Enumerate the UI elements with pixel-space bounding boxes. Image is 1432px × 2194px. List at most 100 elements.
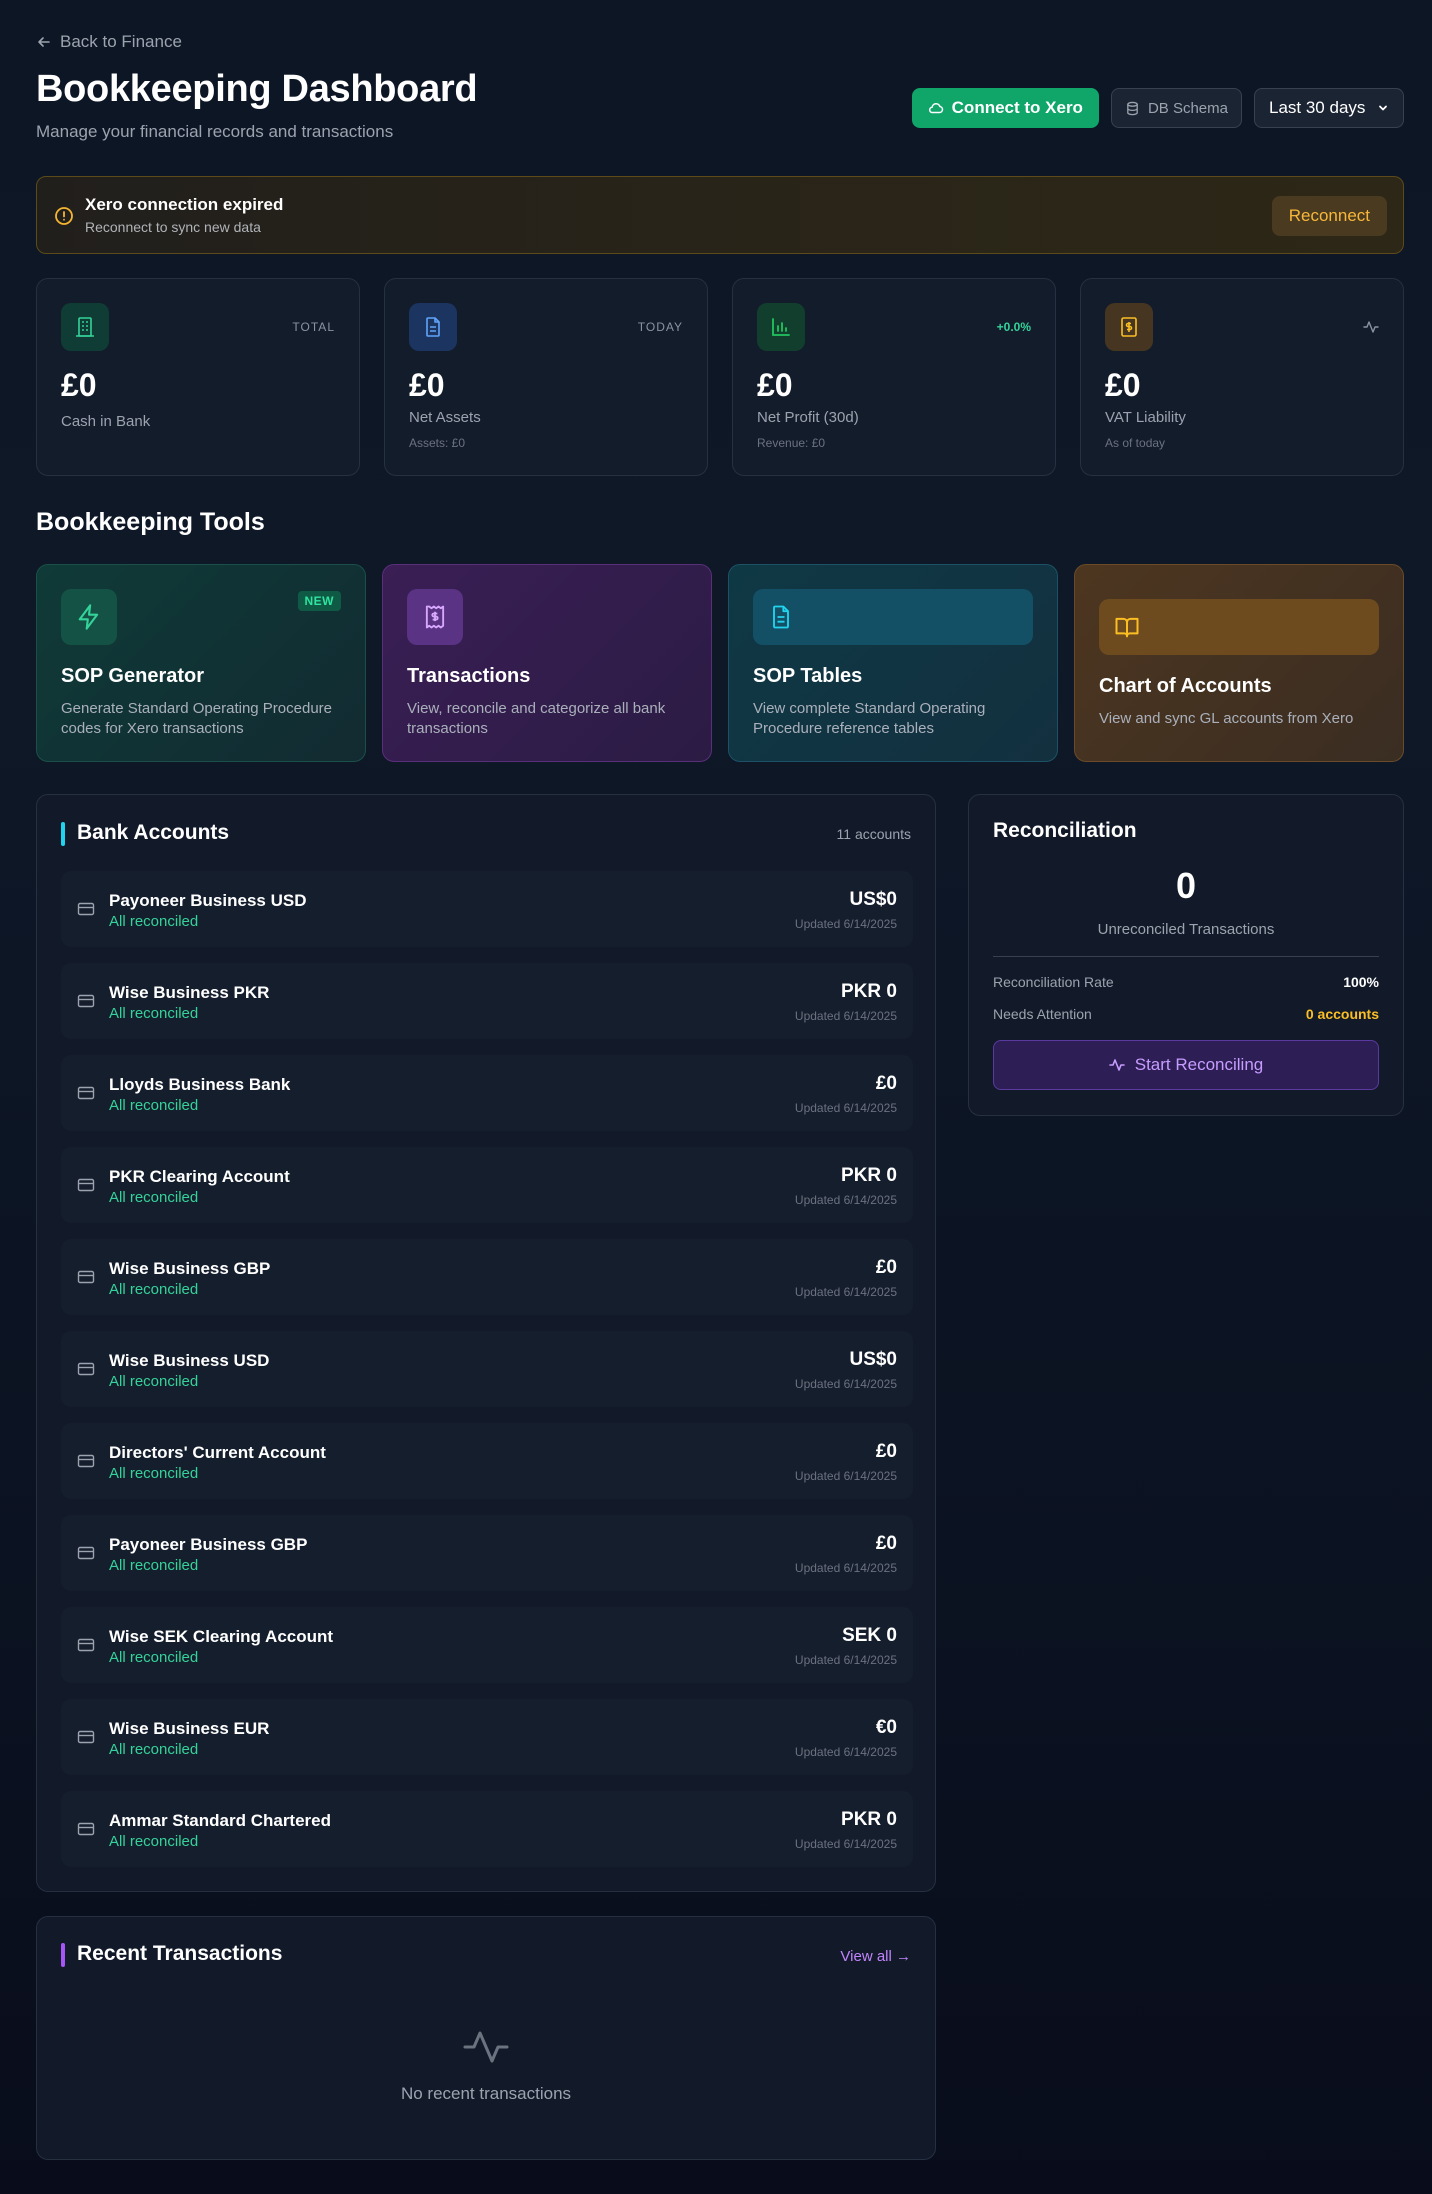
rate-label: Reconciliation Rate — [993, 974, 1114, 990]
account-updated: Updated 6/14/2025 — [794, 1469, 897, 1483]
bank-account-row[interactable]: Ammar Standard Chartered All reconciled PK… — [61, 1791, 913, 1867]
account-name: Payoneer Business USD — [109, 891, 307, 910]
bank-account-row[interactable]: Directors' Current Account All reconciled… — [61, 1423, 913, 1499]
account-name: PKR Clearing Account — [109, 1167, 290, 1186]
start-reconciling-button[interactable]: Start Reconciling — [993, 1040, 1379, 1090]
db-schema-label: DB Schema — [1147, 99, 1228, 117]
stat-label: Net Profit (30d) — [757, 409, 859, 426]
tool-name: SOP Tables — [753, 665, 863, 687]
cloud-icon — [928, 102, 943, 114]
back-to-finance-link[interactable]: Back to Finance — [36, 32, 182, 52]
account-status: All reconciled — [109, 1649, 199, 1666]
stat-cards: TOTAL £0 Cash in Bank TODAY £0 Net Asset… — [36, 278, 1404, 476]
tool-cards: NEW SOP Generator Generate Standard Oper… — [36, 564, 1404, 762]
start-reconciling-label: Start Reconciling — [1134, 1055, 1264, 1074]
account-balance: €0 — [875, 1717, 897, 1738]
account-status: All reconciled — [109, 1189, 199, 1206]
account-status: All reconciled — [109, 913, 199, 930]
recent-transactions-title: Recent Transactions — [77, 1942, 283, 1965]
account-name: Payoneer Business GBP — [109, 1535, 308, 1554]
stat-label: VAT Liability — [1105, 409, 1186, 426]
credit-card-icon — [77, 1544, 95, 1562]
bank-account-row[interactable]: Wise Business PKR All reconciled PKR 0 Upda… — [61, 963, 913, 1039]
arrow-left-icon — [38, 37, 50, 47]
account-status: All reconciled — [109, 1557, 199, 1574]
warning-circle-icon — [55, 207, 73, 225]
date-range-select[interactable]: Last 30 days — [1254, 88, 1404, 128]
account-name: Ammar Standard Chartered — [109, 1811, 332, 1830]
account-status: All reconciled — [109, 1281, 199, 1298]
account-status: All reconciled — [109, 1005, 199, 1022]
credit-card-icon — [77, 1636, 95, 1654]
tool-card-sop-tables[interactable]: SOP Tables View complete Standard Operat… — [728, 564, 1058, 762]
section-accent-bar — [61, 822, 65, 846]
account-updated: Updated 6/14/2025 — [794, 1009, 897, 1023]
activity-icon — [1108, 1059, 1125, 1071]
needs-attention-row: Needs Attention 0 accounts — [993, 1006, 1379, 1022]
connect-xero-button[interactable]: Connect to Xero — [911, 88, 1099, 128]
tool-card-transactions[interactable]: Transactions View, reconcile and categor… — [382, 564, 712, 762]
bank-account-row[interactable]: Wise Business GBP All reconciled £0 Updated… — [61, 1239, 913, 1315]
page-subtitle: Manage your financial records and transa… — [36, 122, 394, 141]
alert-title: Xero connection expired — [85, 195, 284, 214]
account-status: All reconciled — [109, 1373, 199, 1390]
tool-description: View, reconcile and categorize all bank … — [407, 700, 666, 737]
account-updated: Updated 6/14/2025 — [794, 1193, 897, 1207]
tool-card-chart-of-accounts[interactable]: Chart of Accounts View and sync GL accou… — [1074, 564, 1404, 762]
account-balance: PKR 0 — [841, 1165, 897, 1186]
bank-account-row[interactable]: Payoneer Business GBP All reconciled £0 Upd… — [61, 1515, 913, 1591]
account-balance: £0 — [875, 1441, 897, 1462]
stat-card-vat-liability: £0 VAT Liability As of today — [1080, 278, 1404, 476]
receipt-dollar-icon — [1105, 303, 1153, 351]
stat-label: Net Assets — [409, 409, 481, 426]
stat-tag: TOTAL — [292, 320, 335, 334]
stat-sub: Revenue: £0 — [757, 436, 826, 450]
book-open-icon — [1099, 599, 1379, 655]
account-updated: Updated 6/14/2025 — [794, 1837, 897, 1851]
account-updated: Updated 6/14/2025 — [794, 1285, 897, 1299]
activity-icon — [1363, 321, 1379, 333]
account-name: Lloyds Business Bank — [109, 1075, 291, 1094]
bank-account-row[interactable]: Wise Business EUR All reconciled €0 Updated… — [61, 1699, 913, 1775]
file-text-icon — [753, 589, 1033, 645]
account-name: Wise Business USD — [109, 1351, 270, 1370]
rate-value: 100% — [1343, 974, 1379, 990]
database-icon — [1127, 101, 1138, 115]
reconciliation-panel: Reconciliation 0 Unreconciled Transactio… — [968, 794, 1404, 1116]
stat-value: £0 — [757, 367, 793, 403]
view-all-link[interactable]: View all → — [840, 1948, 911, 1965]
bank-account-row[interactable]: Lloyds Business Bank All reconciled £0 Upda… — [61, 1055, 913, 1131]
bank-account-row[interactable]: Payoneer Business USD All reconciled US$0 U… — [61, 871, 913, 947]
tool-description: Generate Standard Operating Procedure co… — [61, 700, 333, 737]
bank-accounts-title: Bank Accounts — [77, 821, 230, 844]
section-accent-bar — [61, 1943, 65, 1967]
bank-account-row[interactable]: Wise SEK Clearing Account All reconciled S… — [61, 1607, 913, 1683]
account-updated: Updated 6/14/2025 — [794, 1377, 897, 1391]
credit-card-icon — [77, 1820, 95, 1838]
bar-chart-icon — [757, 303, 805, 351]
tool-name: Chart of Accounts — [1099, 675, 1272, 697]
bank-account-row[interactable]: PKR Clearing Account All reconciled PKR 0 U… — [61, 1147, 913, 1223]
credit-card-icon — [77, 1176, 95, 1194]
reconciliation-title: Reconciliation — [993, 819, 1137, 842]
stat-value: £0 — [409, 367, 445, 403]
db-schema-button[interactable]: DB Schema — [1110, 88, 1242, 128]
bank-account-row[interactable]: Wise Business USD All reconciled US$0 Updat… — [61, 1331, 913, 1407]
header-actions: Connect to Xero DB Schema Last 30 days — [911, 88, 1404, 128]
xero-expired-alert: Xero connection expired Reconnect to syn… — [36, 176, 1404, 254]
stat-card-cash-in-bank: TOTAL £0 Cash in Bank — [36, 278, 360, 476]
account-name: Directors' Current Account — [109, 1443, 326, 1462]
stat-sub: Assets: £0 — [409, 436, 466, 450]
credit-card-icon — [77, 900, 95, 918]
credit-card-icon — [77, 1728, 95, 1746]
tool-card-sop-generator[interactable]: NEW SOP Generator Generate Standard Oper… — [36, 564, 366, 762]
tool-description: View complete Standard Operating Procedu… — [753, 700, 986, 737]
account-updated: Updated 6/14/2025 — [794, 917, 897, 931]
reconciliation-rate-row: Reconciliation Rate 100% — [993, 974, 1379, 990]
activity-icon — [37, 2023, 935, 2071]
chevron-down-icon — [1379, 105, 1387, 111]
unreconciled-label: Unreconciled Transactions — [1097, 921, 1275, 938]
reconnect-button[interactable]: Reconnect — [1271, 196, 1387, 236]
credit-card-icon — [77, 1360, 95, 1378]
stat-change-tag: +0.0% — [996, 320, 1031, 334]
